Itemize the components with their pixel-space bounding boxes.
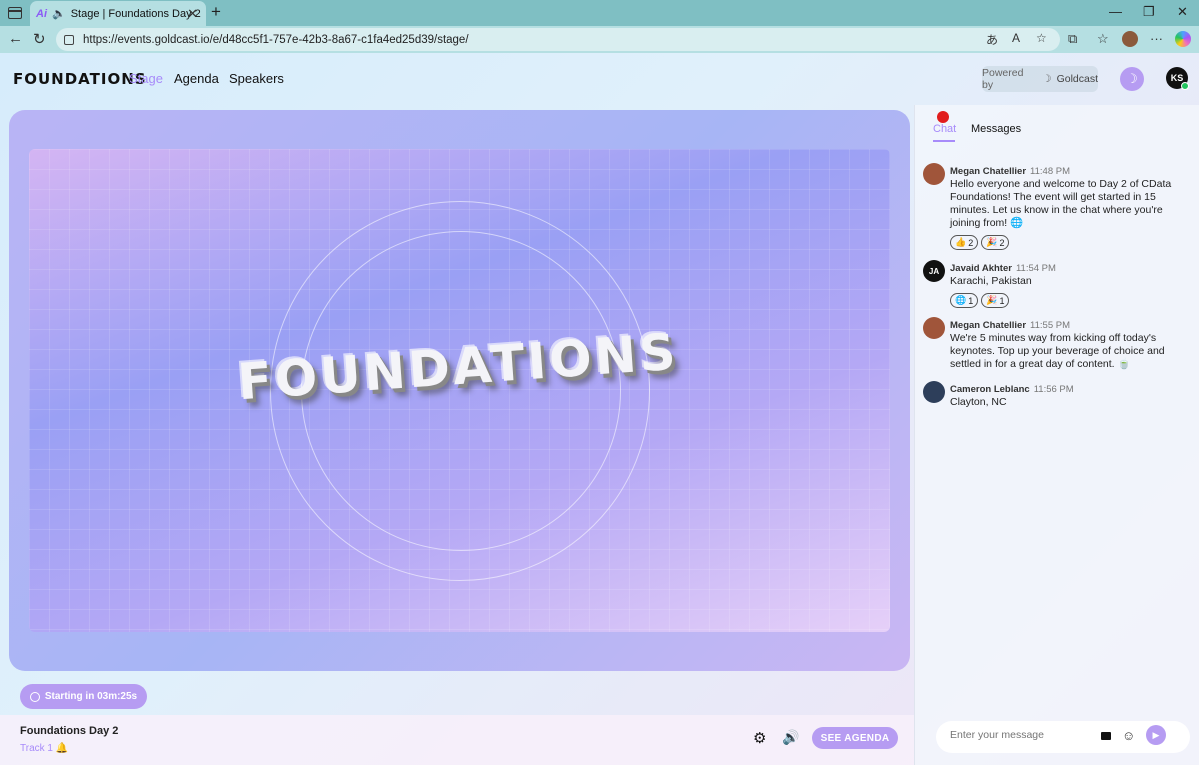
reaction-thumbs-up[interactable]: 👍 2 — [950, 235, 979, 250]
volume-icon[interactable]: 🔊 — [782, 729, 799, 746]
avatar — [923, 317, 945, 339]
restore-icon[interactable]: ❐ — [1143, 4, 1155, 20]
theme-toggle-button[interactable]: ☽ — [1120, 67, 1144, 91]
message-text: We're 5 minutes way from kicking off tod… — [950, 332, 1165, 370]
extensions-icon[interactable]: ⧉ — [1068, 31, 1077, 47]
site-header: FOUNDATIONS Stage Agenda Speakers Powere… — [0, 53, 1199, 105]
message-time: 11:54 PM — [1015, 263, 1056, 274]
bell-icon: 🔔 — [55, 743, 69, 754]
event-title: Foundations Day 2 — [20, 725, 119, 737]
reaction-globe[interactable]: 🌐 1 — [950, 293, 979, 308]
message-time: 11:48 PM — [1030, 166, 1070, 177]
active-tab-indicator — [933, 140, 955, 142]
tab-title: Stage | Foundations Day 2 — [70, 7, 201, 20]
url-text: https://events.goldcast.io/e/d48cc5f1-75… — [83, 33, 469, 46]
chat-message-input[interactable] — [950, 729, 1090, 741]
tab-chat[interactable]: Chat — [933, 123, 956, 135]
tab-actions-icon[interactable] — [8, 7, 22, 19]
powered-by-badge[interactable]: Powered by ☽ Goldcast — [982, 66, 1098, 92]
message-text: Clayton, NC — [950, 396, 1007, 408]
copilot-icon[interactable] — [1175, 31, 1191, 47]
chat-input-wrapper: ☺ ▶ — [936, 721, 1190, 753]
site-favicon-icon: Ai — [36, 7, 47, 20]
countdown-text: Starting in 03m:25s — [44, 691, 138, 702]
browser-toolbar: ← ↻ https://events.goldcast.io/e/d48cc5f… — [0, 26, 1199, 53]
favorite-star-icon[interactable]: ☆ — [1036, 31, 1047, 45]
message-time: 11:56 PM — [1033, 384, 1074, 395]
live-indicator — [937, 111, 949, 123]
browser-tab[interactable]: Ai 🔈 Stage | Foundations Day 2 ✕ — [30, 1, 206, 26]
nav-stage[interactable]: Stage — [129, 71, 163, 86]
tab-messages[interactable]: Messages — [971, 123, 1021, 135]
sender-name: Javaid Akhter — [950, 263, 1012, 274]
chat-panel: Chat Messages Megan Chatellier 11:48 PM H… — [914, 105, 1199, 765]
browser-tab-bar: Ai 🔈 Stage | Foundations Day 2 ✕ + — ❐ ✕ — [0, 0, 1199, 26]
avatar — [923, 381, 945, 403]
event-page: FOUNDATIONS Stage Agenda Speakers Powere… — [0, 53, 1199, 765]
avatar: JA — [923, 260, 945, 282]
send-button[interactable]: ▶ — [1146, 725, 1166, 745]
powered-by-label: Powered by — [982, 67, 1024, 91]
reaction-party[interactable]: 🎉 2 — [981, 235, 1010, 250]
profile-avatar[interactable] — [1122, 31, 1138, 47]
new-tab-button[interactable]: + — [211, 2, 221, 22]
close-window-icon[interactable]: ✕ — [1177, 4, 1188, 20]
sender-name: Megan Chatellier — [950, 166, 1027, 177]
back-icon[interactable]: ← — [8, 30, 23, 47]
nav-agenda[interactable]: Agenda — [174, 71, 219, 86]
sender-name: Megan Chatellier — [950, 320, 1027, 331]
message-text: Karachi, Pakistan — [950, 275, 1032, 287]
favorites-icon[interactable]: ☆ — [1097, 31, 1109, 47]
message-time: 11:55 PM — [1030, 320, 1070, 331]
countdown-badge: Starting in 03m:25s — [20, 684, 147, 709]
timer-icon — [29, 691, 40, 702]
emoji-icon[interactable]: ☺ — [1122, 728, 1135, 743]
nav-speakers[interactable]: Speakers — [229, 71, 284, 86]
gif-icon[interactable] — [1101, 732, 1111, 740]
reload-icon[interactable]: ↻ — [33, 30, 46, 48]
see-agenda-button[interactable]: SEE AGENDA — [812, 727, 898, 749]
user-avatar[interactable]: KS — [1166, 67, 1189, 90]
avatar — [923, 163, 945, 185]
goldcast-logo-icon: ☽ — [1042, 73, 1052, 85]
powered-by-brand: Goldcast — [1056, 73, 1098, 85]
more-menu-icon[interactable]: ··· — [1150, 31, 1163, 46]
site-logo[interactable]: FOUNDATIONS — [13, 70, 147, 88]
site-info-icon[interactable] — [64, 34, 74, 45]
translate-icon[interactable]: あ — [986, 31, 998, 48]
close-tab-icon[interactable]: ✕ — [187, 6, 198, 22]
stage-bottom-bar: Foundations Day 2 Track 1 🔔 ⚙ 🔊 SEE AGEN… — [0, 715, 914, 765]
moon-icon: ☽ — [1126, 71, 1138, 86]
message-text: Hello everyone and welcome to Day 2 of C… — [950, 178, 1172, 229]
audio-icon[interactable]: 🔈 — [52, 7, 66, 20]
track-label[interactable]: Track 1 🔔 — [20, 743, 68, 754]
settings-gear-icon[interactable]: ⚙ — [753, 729, 766, 747]
sender-name: Cameron Leblanc — [950, 384, 1030, 395]
address-bar[interactable]: https://events.goldcast.io/e/d48cc5f1-75… — [56, 28, 1060, 51]
reaction-party[interactable]: 🎉 1 — [981, 293, 1010, 308]
minimize-icon[interactable]: — — [1109, 4, 1122, 19]
read-aloud-icon[interactable]: A — [1012, 31, 1020, 45]
